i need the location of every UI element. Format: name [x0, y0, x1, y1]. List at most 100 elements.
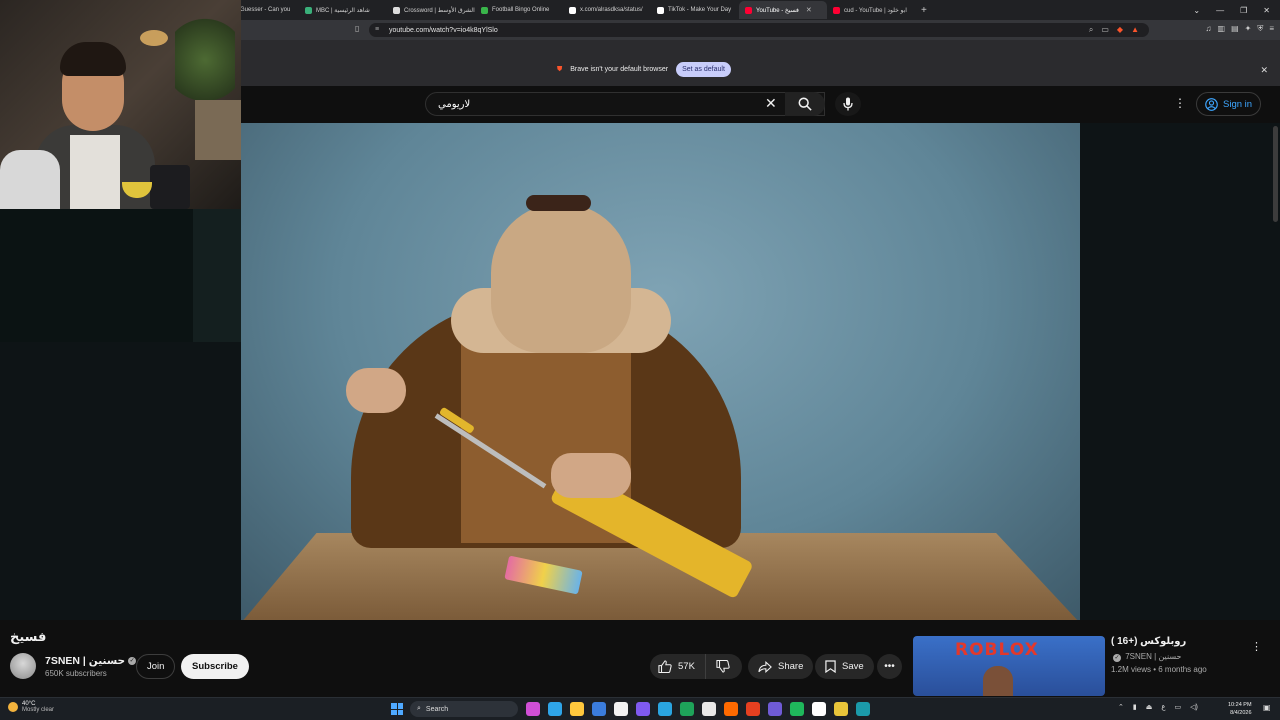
like-dislike-group: 57K — [650, 654, 742, 679]
vpn-icon[interactable]: ⛨ — [1257, 24, 1263, 34]
sign-in-label: Sign in — [1223, 98, 1253, 110]
pinned-app-icon[interactable] — [790, 702, 804, 716]
new-tab-icon[interactable]: + — [915, 5, 933, 16]
like-button[interactable]: 57K — [650, 654, 706, 679]
webcam-cup — [150, 165, 190, 209]
wallet-icon[interactable]: ▤ — [1231, 24, 1239, 34]
settings-menu-icon[interactable]: ⋮ — [1174, 96, 1186, 110]
network-icon[interactable]: ▭ — [1175, 703, 1182, 711]
close-notice-icon[interactable]: ✕ — [1260, 65, 1268, 76]
browser-tab[interactable]: MBC | شاهد الرئيسية — [299, 1, 387, 19]
browser-tab[interactable]: TikTok - Make Your Day — [651, 1, 739, 19]
pinned-app-icon[interactable] — [680, 702, 694, 716]
share-label: Share — [778, 661, 804, 672]
taskbar-search[interactable]: ⌕ Search — [410, 701, 518, 717]
share-button[interactable]: Share — [748, 654, 814, 679]
tab-favicon-icon — [481, 6, 488, 14]
recommended-thumbnail[interactable]: ROBLOX — [913, 636, 1105, 696]
browser-tab[interactable]: YouTube - فسيخ ✕ — [739, 1, 827, 19]
pinned-app-icon[interactable] — [746, 702, 760, 716]
tab-favicon-icon — [393, 6, 400, 14]
tray-app-icon[interactable]: ▮ — [1133, 703, 1137, 711]
sidebar-icon[interactable]: ▥ — [1218, 24, 1226, 34]
weather-widget[interactable]: 40°C Mostly clear — [8, 701, 54, 713]
tab-search-icon[interactable]: ⌄ — [1193, 6, 1200, 15]
tray-overflow-icon[interactable]: ⌃ — [1118, 703, 1124, 711]
media-icon[interactable]: ♫ — [1206, 24, 1212, 34]
pinned-app-icon[interactable] — [768, 702, 782, 716]
search-button[interactable] — [785, 92, 825, 116]
page-scrollbar[interactable] — [1273, 126, 1278, 222]
webcam-shirt — [70, 135, 120, 209]
pinned-app-icon[interactable] — [856, 702, 870, 716]
set-default-button[interactable]: Set as default — [676, 62, 731, 77]
video-hand-left — [346, 368, 406, 413]
pinned-app-icon[interactable] — [592, 702, 606, 716]
browser-tab[interactable]: Crossword | الشرق الأوسط — [387, 1, 475, 19]
recommended-channel: ✓ 7SNEN | حسنين — [1113, 652, 1181, 662]
browser-tab[interactable]: cud - YouTube | ابو خلود — [827, 1, 915, 19]
tray-usb-icon[interactable]: ⏏ — [1146, 703, 1153, 711]
pinned-app-icon[interactable] — [658, 702, 672, 716]
bookmark-icon[interactable]: ▯ — [355, 24, 359, 33]
minimize-icon[interactable]: — — [1216, 6, 1224, 15]
pinned-app-icon[interactable] — [548, 702, 562, 716]
pinned-app-icon[interactable] — [702, 702, 716, 716]
url-field[interactable]: ≡ youtube.com/watch?v=io4k8qYlSlo ⌕ ▭ ◆ … — [369, 23, 1149, 37]
browser-tab[interactable]: Football Bingo Online — [475, 1, 563, 19]
pinned-app-icon[interactable] — [636, 702, 650, 716]
browser-tab[interactable]: x.com/alrasdksa/status/ — [563, 1, 651, 19]
pinned-app-icon[interactable] — [812, 702, 826, 716]
pinned-app-icon[interactable] — [834, 702, 848, 716]
thumbs-down-icon — [716, 660, 730, 673]
tray-language-icon[interactable]: ع — [1161, 703, 1165, 711]
tab-label: YouTube - فسيخ — [756, 7, 799, 14]
subscriber-count: 650K subscribers — [45, 669, 107, 678]
channel-avatar[interactable] — [10, 653, 36, 679]
zoom-icon[interactable]: ⌕ — [1089, 25, 1093, 35]
volume-icon[interactable]: ◁) — [1190, 703, 1198, 711]
url-actions: ⌕ ▭ ◆ ▲ — [1089, 25, 1139, 35]
search-query: لاريومي — [438, 98, 471, 110]
taskbar-clock[interactable]: 10:24 PM 8/4/2026 — [1228, 701, 1252, 717]
maximize-icon[interactable]: ❐ — [1240, 6, 1247, 15]
video-headwrap — [491, 203, 631, 353]
voice-search-button[interactable] — [835, 92, 861, 116]
pinned-app-icon[interactable] — [526, 702, 540, 716]
close-window-icon[interactable]: ✕ — [1263, 6, 1270, 15]
join-button[interactable]: Join — [136, 654, 176, 679]
site-info-icon[interactable]: ≡ — [375, 26, 379, 33]
recommended-title[interactable]: روبلوكس (+16 ) — [1111, 636, 1186, 647]
close-tab-icon[interactable]: ✕ — [806, 6, 812, 14]
recommended-menu-icon[interactable]: ⋮ — [1251, 640, 1262, 653]
dislike-button[interactable] — [706, 654, 740, 679]
channel-name[interactable]: 7SNEN | حسنين ✓ — [45, 655, 137, 667]
clock-date: 8/4/2026 — [1230, 710, 1252, 716]
pinned-app-icon[interactable] — [724, 702, 738, 716]
clear-search-icon[interactable]: ✕ — [765, 95, 777, 112]
recommended-video[interactable]: ROBLOX روبلوكس (+16 ) ✓ 7SNEN | حسنين 1.… — [913, 636, 1263, 696]
pinned-app-icon[interactable] — [614, 702, 628, 716]
taskbar-search-label: Search — [425, 705, 449, 713]
tab-favicon-icon — [569, 6, 576, 14]
recommended-channel-name: 7SNEN | حسنين — [1125, 652, 1182, 661]
tab-favicon-icon — [745, 6, 752, 14]
cast-icon[interactable]: ▭ — [1101, 25, 1109, 35]
tab-label: x.com/alrasdksa/status/ — [580, 7, 643, 13]
pinned-apps — [526, 702, 870, 716]
video-player[interactable] — [241, 123, 1080, 620]
menu-icon[interactable]: ≡ — [1269, 24, 1274, 34]
extensions-icon[interactable]: ✦ — [1245, 24, 1252, 34]
save-icon — [825, 660, 836, 673]
subscribe-button[interactable]: Subscribe — [181, 654, 249, 679]
pinned-app-icon[interactable] — [570, 702, 584, 716]
windows-start-icon[interactable] — [391, 703, 403, 715]
clock-time: 10:24 PM — [1228, 702, 1252, 708]
notifications-icon[interactable]: ▣ — [1263, 703, 1271, 712]
sign-in-button[interactable]: Sign in — [1196, 92, 1262, 116]
save-button[interactable]: Save — [815, 654, 874, 679]
brave-shields-icon[interactable]: ◆ — [1117, 25, 1123, 35]
notice-text: Brave isn't your default browser — [570, 66, 669, 73]
more-actions-icon[interactable]: ••• — [877, 654, 902, 679]
brave-rewards-icon[interactable]: ▲ — [1131, 25, 1139, 35]
